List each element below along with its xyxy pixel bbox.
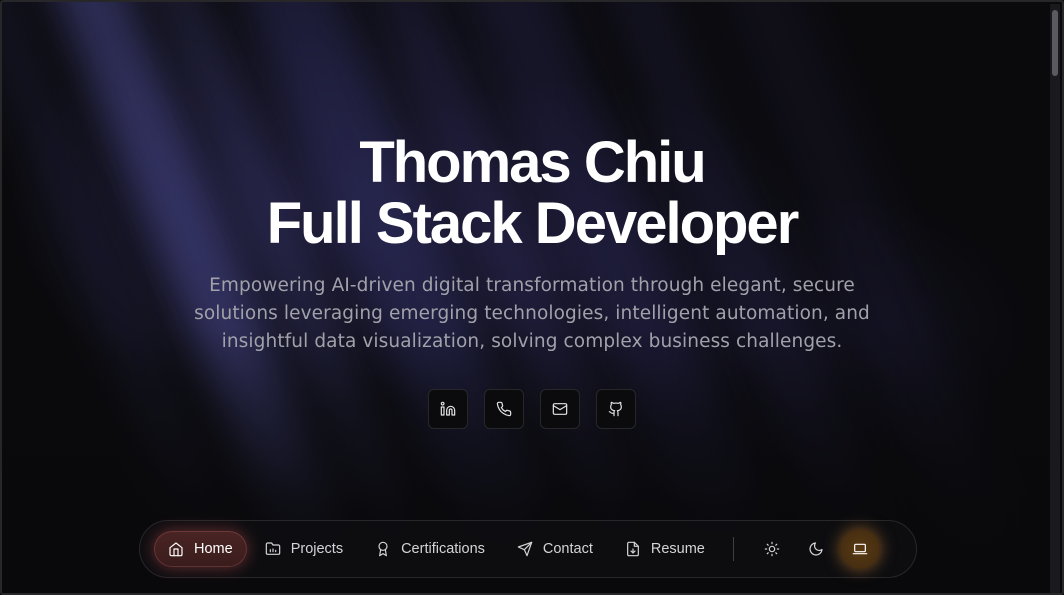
dark-mode-button[interactable] (796, 529, 836, 569)
linkedin-icon (440, 401, 456, 416)
system-mode-button[interactable] (839, 529, 880, 569)
nav-item-home[interactable]: Home (154, 531, 247, 567)
mail-icon (552, 403, 568, 415)
page: Thomas Chiu Full Stack Developer Empower… (0, 0, 1064, 595)
home-icon (169, 542, 183, 557)
scrollbar-thumb[interactable] (1052, 10, 1058, 76)
hero-title: Thomas Chiu Full Stack Developer (2, 132, 1062, 254)
light-mode-button[interactable] (752, 529, 792, 569)
nav-item-projects[interactable]: Projects (251, 531, 357, 567)
sun-icon (764, 541, 780, 557)
github-button[interactable] (596, 389, 636, 429)
hero-tagline: Empowering AI-driven digital transformat… (194, 275, 870, 352)
phone-button[interactable] (484, 389, 524, 429)
file-download-icon (626, 541, 639, 557)
vertical-scrollbar[interactable] (1050, 4, 1060, 593)
hero-name: Thomas Chiu (359, 130, 706, 195)
nav-item-label: Projects (290, 541, 344, 557)
nav-item-contact[interactable]: Contact (503, 531, 607, 567)
nav-item-label: Certifications (401, 541, 485, 557)
moon-icon (809, 542, 823, 556)
phone-icon (496, 401, 512, 417)
linkedin-button[interactable] (428, 389, 468, 429)
social-links (2, 389, 1062, 429)
nav-item-label: Home (194, 541, 233, 557)
award-icon (378, 541, 388, 557)
mail-button[interactable] (540, 389, 580, 429)
bottom-nav-dock: Home Projects Certifications Contact Res… (139, 520, 917, 578)
nav-item-label: Contact (542, 541, 593, 557)
nav-item-label: Resume (650, 541, 705, 557)
laptop-icon (852, 543, 868, 555)
folder-icon (265, 542, 280, 555)
github-icon (608, 401, 622, 417)
send-icon (517, 541, 533, 557)
nav-divider (732, 537, 734, 561)
nav-item-resume[interactable]: Resume (611, 531, 719, 567)
hero-role: Full Stack Developer (266, 191, 800, 256)
nav-item-certifications[interactable]: Certifications (361, 531, 499, 567)
hero-section: Thomas Chiu Full Stack Developer Empower… (2, 132, 1062, 429)
